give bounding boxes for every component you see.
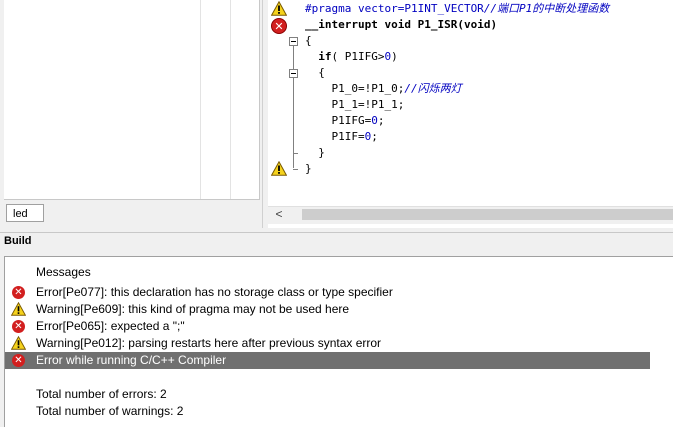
message-text: Error[Pe065]: expected a ";" — [36, 319, 185, 333]
messages-column-header: Messages — [5, 264, 650, 281]
code-token: //端口P1的中断处理函数 — [483, 2, 610, 15]
code-line[interactable]: } — [305, 145, 325, 161]
message-text: Warning[Pe609]: this kind of pragma may … — [36, 302, 350, 316]
message-text: Warning[Pe012]: parsing restarts here af… — [36, 336, 382, 350]
build-panel-title: Build — [4, 235, 32, 247]
code-line[interactable]: P1IF=0; — [305, 129, 378, 145]
error-icon[interactable]: ✕ — [271, 18, 287, 34]
code-line[interactable]: P1IFG=0; — [305, 113, 384, 129]
message-row[interactable]: ✕ Error while running C/C++ Compiler — [5, 352, 650, 369]
code-line[interactable]: } — [305, 161, 312, 177]
code-token: } — [305, 146, 325, 159]
code-token: P1_1=!P1_1; — [305, 98, 405, 111]
code-token: P1_0=!P1_0; — [305, 82, 405, 95]
code-line[interactable]: { — [305, 65, 325, 81]
code-token: void — [384, 18, 418, 31]
message-row[interactable]: Warning[Pe012]: parsing restarts here af… — [5, 335, 650, 352]
warning-icon — [10, 335, 27, 350]
scroll-thumb[interactable] — [302, 209, 673, 220]
fold-collapse-icon[interactable] — [289, 37, 298, 46]
code-token: #pragma vector=P1INT_VECTOR — [305, 2, 484, 15]
message-text: Total number of warnings: 2 — [36, 404, 184, 418]
code-line[interactable]: P1_1=!P1_1; — [305, 97, 404, 113]
code-token: void — [463, 18, 491, 31]
message-text: Total number of errors: 2 — [36, 387, 167, 401]
warning-icon — [10, 301, 27, 316]
code-token: ; — [371, 130, 378, 143]
code-token: 0 — [371, 114, 378, 127]
code-token: __interrupt — [305, 18, 385, 31]
message-text: Error while running C/C++ Compiler — [36, 353, 227, 367]
fold-guide-line — [293, 46, 294, 168]
total-warnings-summary: Total number of warnings: 2 — [5, 403, 650, 420]
code-area[interactable]: #pragma vector=P1INT_VECTOR//端口P1的中断处理函数… — [305, 0, 673, 206]
code-token: P1IFG= — [305, 114, 372, 127]
error-icon: ✕ — [12, 354, 25, 367]
build-panel-titlebar — [0, 232, 673, 253]
build-messages-list[interactable]: Messages ✕ Error[Pe077]: this declaration … — [4, 256, 673, 427]
message-row[interactable]: ✕ Error[Pe065]: expected a ";" — [5, 318, 650, 335]
code-token: P1_ISR( — [417, 18, 464, 31]
scroll-left-arrow-icon[interactable]: < — [272, 207, 286, 222]
fold-collapse-icon[interactable] — [289, 69, 298, 78]
code-line[interactable]: if( P1IFG>0) — [305, 49, 398, 65]
workspace-tab-led[interactable]: led — [6, 204, 44, 222]
error-icon: ✕ — [12, 320, 25, 333]
code-token: ) — [391, 50, 398, 63]
message-text: Messages — [36, 265, 91, 279]
fold-end-marker — [293, 169, 298, 170]
grid-divider — [200, 0, 201, 199]
code-line[interactable]: #pragma vector=P1INT_VECTOR//端口P1的中断处理函数 — [305, 1, 609, 17]
message-row[interactable]: Warning[Pe609]: this kind of pragma may … — [5, 301, 650, 318]
message-text: Error[Pe077]: this declaration has no st… — [36, 285, 393, 299]
warning-icon[interactable] — [270, 160, 288, 181]
code-token: ( P1IFG> — [331, 50, 385, 63]
total-errors-summary: Total number of errors: 2 — [5, 386, 650, 403]
code-line[interactable]: { — [305, 33, 312, 49]
workspace-file-tree[interactable] — [4, 0, 260, 200]
code-line[interactable]: __interrupt void P1_ISR(void) — [305, 17, 497, 33]
code-token: if — [318, 50, 332, 63]
code-token: ; — [377, 114, 385, 127]
message-row[interactable]: ✕ Error[Pe077]: this declaration has no s… — [5, 284, 650, 301]
code-token: P1IF= — [305, 130, 365, 143]
code-token: { — [305, 34, 312, 47]
code-token: ) — [490, 18, 498, 31]
code-token: } — [305, 162, 312, 175]
fold-end-marker — [293, 153, 298, 154]
code-token: //闪烁两灯 — [404, 82, 462, 95]
code-line[interactable]: P1_0=!P1_0;//闪烁两灯 — [305, 81, 462, 97]
code-token: { — [305, 66, 325, 79]
grid-divider — [230, 0, 231, 199]
error-icon: ✕ — [12, 286, 25, 299]
